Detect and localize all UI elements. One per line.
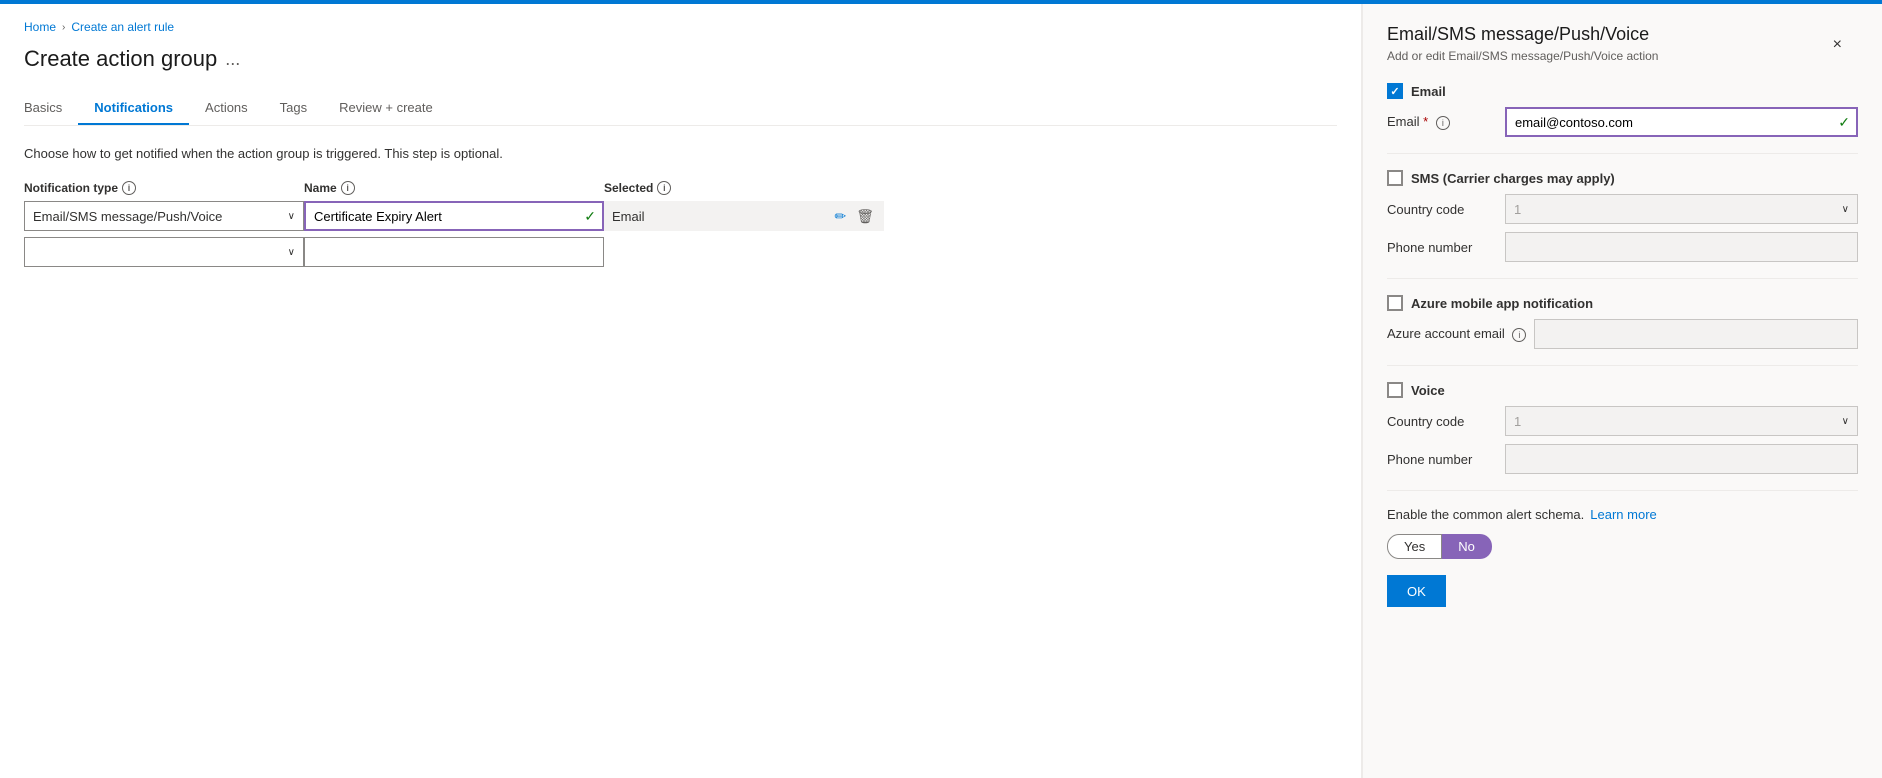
- email-checkbox[interactable]: ✓: [1387, 83, 1403, 99]
- col-header-type: Notification type i: [24, 181, 304, 195]
- email-input-wrapper: ✓: [1505, 107, 1858, 137]
- toggle-no-button[interactable]: No: [1442, 534, 1492, 559]
- tabs-container: Basics Notifications Actions Tags Review…: [24, 92, 1337, 126]
- dropdown-arrow-2: ∨: [288, 247, 295, 258]
- email-label: Email: [1411, 84, 1446, 99]
- selected-actions-1: ✏ 🗑: [832, 206, 876, 227]
- sms-label: SMS (Carrier charges may apply): [1411, 171, 1615, 186]
- email-input[interactable]: [1505, 107, 1858, 137]
- tab-review-create[interactable]: Review + create: [323, 92, 449, 125]
- voice-phone-input[interactable]: [1505, 444, 1858, 474]
- tab-actions[interactable]: Actions: [189, 92, 264, 125]
- sms-checkbox-row: SMS (Carrier charges may apply): [1387, 170, 1858, 186]
- notification-type-info-icon[interactable]: i: [122, 181, 136, 195]
- azure-mobile-checkbox-row: Azure mobile app notification: [1387, 295, 1858, 311]
- sms-phone-label: Phone number: [1387, 240, 1497, 255]
- page-title: Create action group: [24, 46, 217, 72]
- edit-button-1[interactable]: ✏: [832, 206, 848, 227]
- breadcrumb-home[interactable]: Home: [24, 20, 56, 34]
- toggle-yes-button[interactable]: Yes: [1387, 534, 1442, 559]
- sms-country-arrow: ∨: [1842, 204, 1849, 215]
- voice-country-label: Country code: [1387, 414, 1497, 429]
- breadcrumb-sep-1: ›: [62, 22, 65, 33]
- email-required: *: [1423, 114, 1428, 129]
- voice-phone-row: Phone number: [1387, 444, 1858, 474]
- right-panel: Email/SMS message/Push/Voice Add or edit…: [1362, 4, 1882, 778]
- sms-country-dropdown[interactable]: 1 ∨: [1505, 194, 1858, 224]
- azure-account-email-input[interactable]: [1534, 319, 1858, 349]
- notification-type-dropdown-2[interactable]: ∨: [24, 237, 304, 267]
- notification-type-dropdown-1[interactable]: Email/SMS message/Push/Voice ∨: [24, 201, 304, 231]
- azure-account-email-row: Azure account email i: [1387, 319, 1858, 349]
- panel-title: Email/SMS message/Push/Voice: [1387, 24, 1658, 45]
- close-button[interactable]: ×: [1833, 36, 1842, 54]
- dropdown-arrow-1: ∨: [288, 211, 295, 222]
- sms-phone-input[interactable]: [1505, 232, 1858, 262]
- panel-title-area: Email/SMS message/Push/Voice Add or edit…: [1387, 24, 1658, 83]
- page-title-more[interactable]: ...: [225, 49, 240, 70]
- name-input-2-empty[interactable]: [304, 237, 604, 267]
- voice-country-arrow: ∨: [1842, 416, 1849, 427]
- alert-schema-label: Enable the common alert schema.: [1387, 507, 1584, 522]
- left-panel: Home › Create an alert rule Create actio…: [0, 4, 1362, 778]
- table-header-row: Notification type i Name i Selected i: [24, 181, 1337, 195]
- sms-section: SMS (Carrier charges may apply) Country …: [1387, 170, 1858, 262]
- breadcrumb-alert-rule[interactable]: Create an alert rule: [71, 20, 174, 34]
- voice-checkbox-row: Voice: [1387, 382, 1858, 398]
- email-field-row: Email * i ✓: [1387, 107, 1858, 137]
- name-checkmark-1: ✓: [584, 208, 596, 225]
- email-check-mark: ✓: [1390, 85, 1399, 98]
- divider-1: [1387, 153, 1858, 154]
- col-header-selected: Selected i: [604, 181, 884, 195]
- email-valid-checkmark: ✓: [1838, 114, 1850, 131]
- voice-phone-label: Phone number: [1387, 452, 1497, 467]
- email-checkbox-row: ✓ Email: [1387, 83, 1858, 99]
- selected-cell-1: Email ✏ 🗑: [604, 201, 884, 231]
- voice-checkbox[interactable]: [1387, 382, 1403, 398]
- name-field-wrapper-1: ✓: [304, 201, 604, 231]
- voice-label: Voice: [1411, 383, 1445, 398]
- azure-mobile-section: Azure mobile app notification Azure acco…: [1387, 295, 1858, 349]
- divider-2: [1387, 278, 1858, 279]
- tab-notifications[interactable]: Notifications: [78, 92, 189, 125]
- alert-schema-row: Enable the common alert schema. Learn mo…: [1387, 507, 1858, 522]
- voice-section: Voice Country code 1 ∨ Phone number: [1387, 382, 1858, 474]
- name-info-icon[interactable]: i: [341, 181, 355, 195]
- email-info-icon[interactable]: i: [1436, 116, 1450, 130]
- notification-table: Notification type i Name i Selected i Em…: [24, 181, 1337, 267]
- name-input-1[interactable]: [304, 201, 604, 231]
- azure-account-email-label: Azure account email i: [1387, 326, 1526, 342]
- voice-country-row: Country code 1 ∨: [1387, 406, 1858, 436]
- description-text: Choose how to get notified when the acti…: [24, 146, 1337, 161]
- toggle-group: Yes No: [1387, 534, 1858, 559]
- azure-account-info-icon[interactable]: i: [1512, 328, 1526, 342]
- voice-country-dropdown[interactable]: 1 ∨: [1505, 406, 1858, 436]
- panel-header: Email/SMS message/Push/Voice Add or edit…: [1387, 24, 1858, 83]
- table-row-1: Email/SMS message/Push/Voice ∨ ✓ Email ✏…: [24, 201, 1337, 231]
- table-row-2: ∨: [24, 237, 1337, 267]
- delete-button-1[interactable]: 🗑: [854, 206, 876, 227]
- learn-more-link[interactable]: Learn more: [1590, 507, 1656, 522]
- page-title-container: Create action group ...: [24, 46, 1337, 72]
- email-field-label: Email * i: [1387, 114, 1497, 130]
- tab-basics[interactable]: Basics: [24, 92, 78, 125]
- panel-subtitle: Add or edit Email/SMS message/Push/Voice…: [1387, 49, 1658, 63]
- col-header-name: Name i: [304, 181, 604, 195]
- azure-mobile-checkbox[interactable]: [1387, 295, 1403, 311]
- sms-phone-row: Phone number: [1387, 232, 1858, 262]
- email-section: ✓ Email Email * i ✓: [1387, 83, 1858, 137]
- divider-3: [1387, 365, 1858, 366]
- ok-button[interactable]: OK: [1387, 575, 1446, 607]
- tab-tags[interactable]: Tags: [264, 92, 323, 125]
- sms-country-row: Country code 1 ∨: [1387, 194, 1858, 224]
- azure-mobile-label: Azure mobile app notification: [1411, 296, 1593, 311]
- selected-info-icon[interactable]: i: [657, 181, 671, 195]
- sms-country-label: Country code: [1387, 202, 1497, 217]
- divider-4: [1387, 490, 1858, 491]
- breadcrumb: Home › Create an alert rule: [24, 20, 1337, 34]
- sms-checkbox[interactable]: [1387, 170, 1403, 186]
